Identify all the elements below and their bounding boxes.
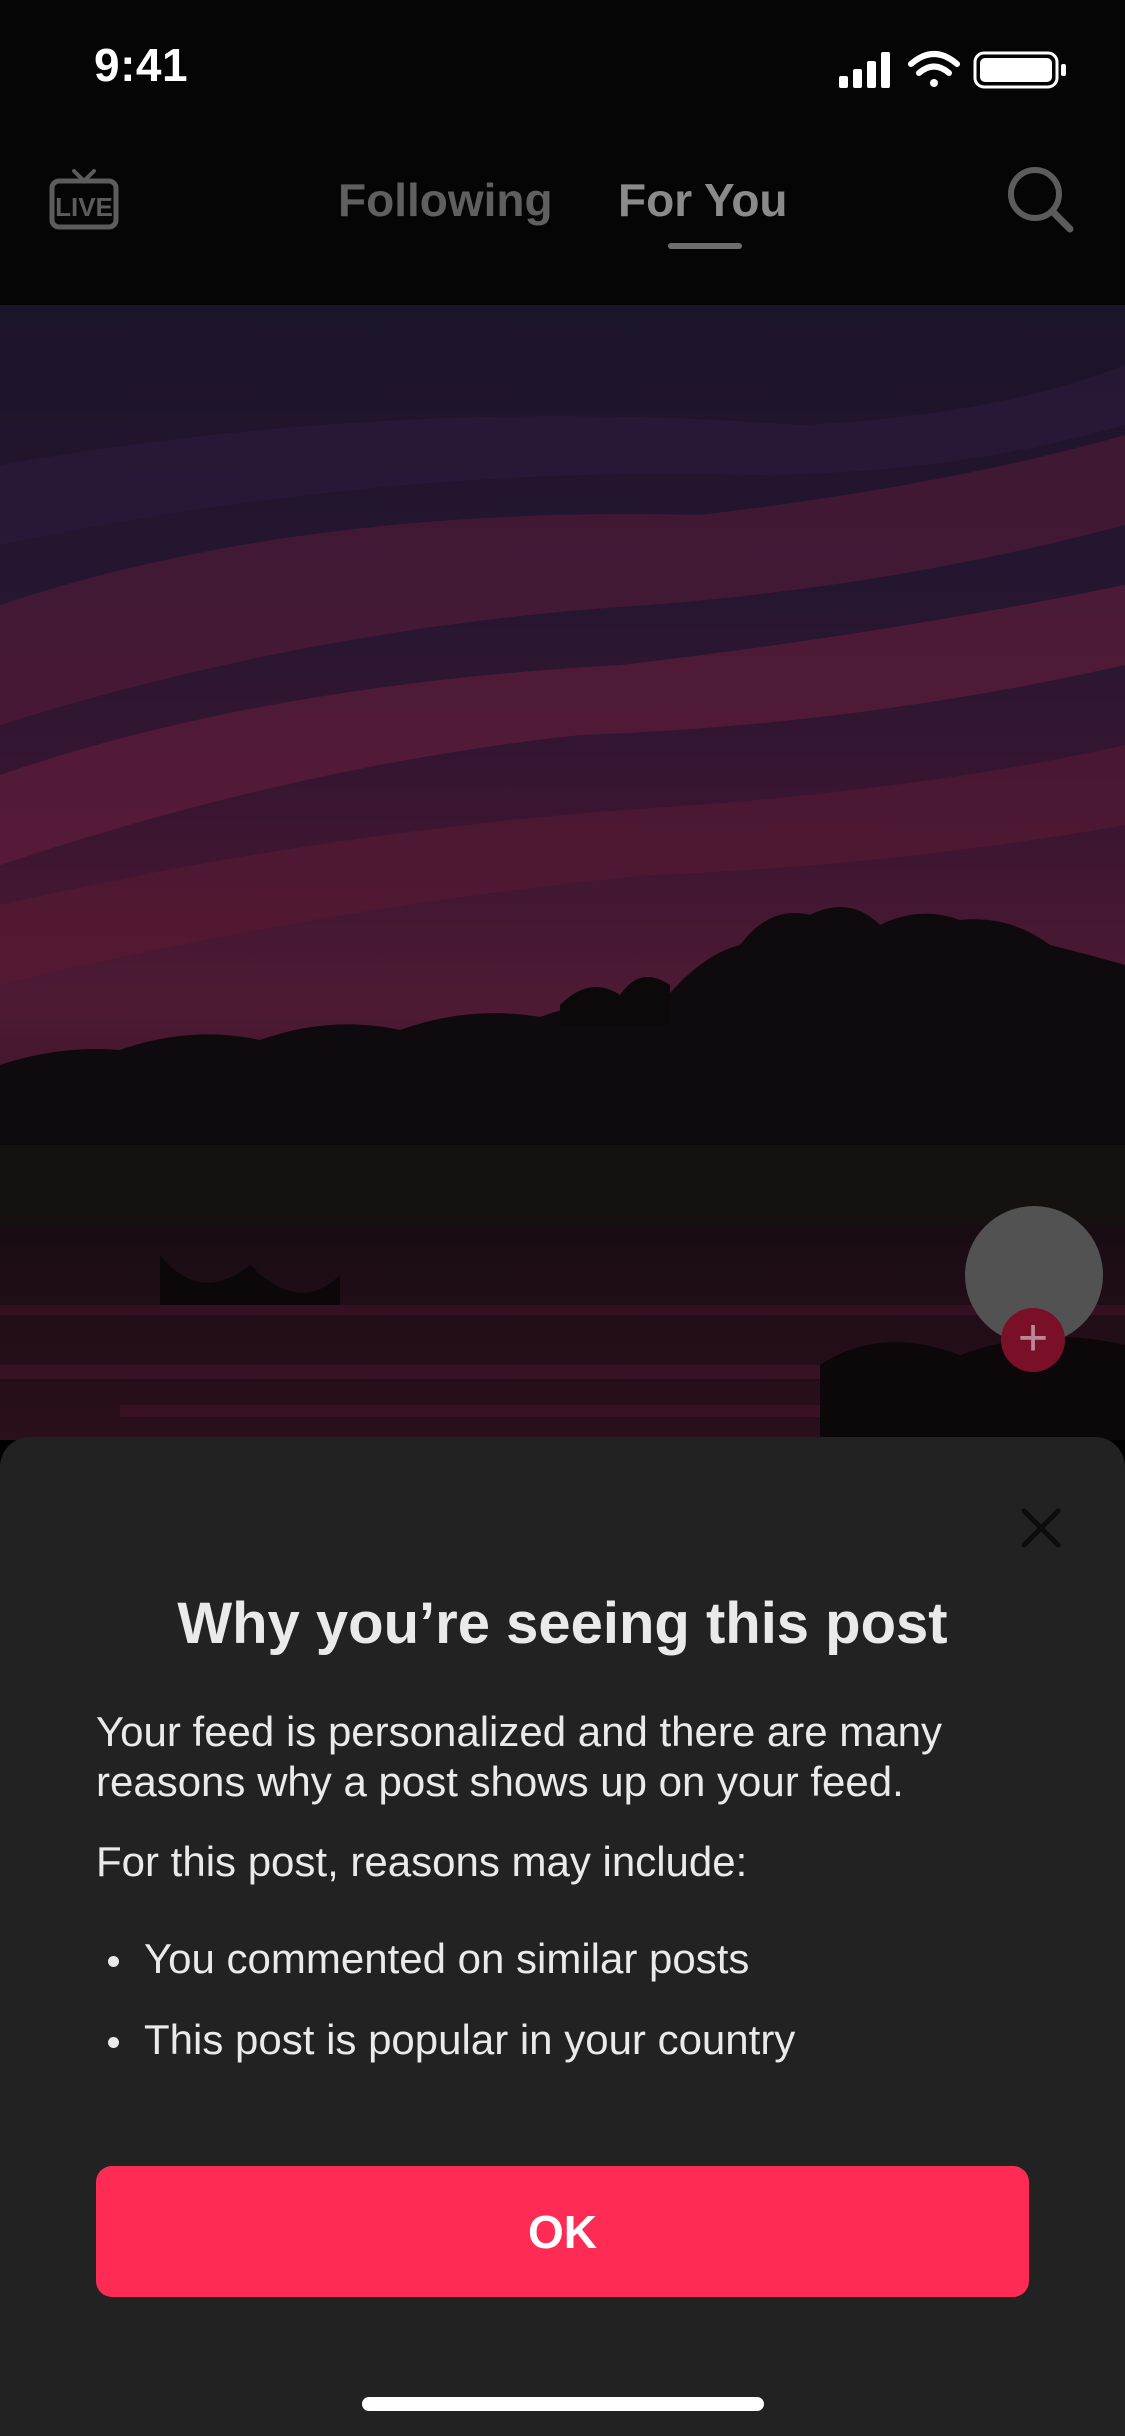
cellular-signal-icon <box>839 52 890 88</box>
close-icon[interactable] <box>1016 1503 1066 1553</box>
ok-button[interactable]: OK <box>96 2166 1029 2297</box>
video-background <box>0 305 1125 1440</box>
bullet <box>108 1956 119 1967</box>
plus-icon[interactable]: + <box>1001 1308 1065 1372</box>
home-indicator <box>362 2397 764 2411</box>
reasons-intro: For this post, reasons may include: <box>96 1838 748 1885</box>
sheet-title: Why you’re seeing this post <box>177 1591 948 1656</box>
status-icons <box>839 51 1066 89</box>
why-seeing-post-sheet: Why you’re seeing this post Your feed is… <box>0 1437 1125 2436</box>
top-nav: LIVE Following For You <box>0 135 1125 305</box>
status-bar: 9:41 <box>0 0 1125 135</box>
bullet <box>108 2037 119 2048</box>
sheet-description: Your feed is personalized and there are … <box>96 1708 942 1805</box>
battery-icon <box>973 51 1066 89</box>
sunset-over-lake-photo <box>0 305 1125 1440</box>
wifi-icon <box>908 51 960 87</box>
list-item: This post is popular in your country <box>96 2015 1056 2096</box>
search-icon[interactable] <box>1004 163 1076 235</box>
live-icon[interactable]: LIVE <box>48 163 120 235</box>
status-time: 9:41 <box>94 39 189 91</box>
tab-for-you[interactable]: For You <box>618 173 788 227</box>
reasons-list: You commented on similar posts This post… <box>96 1934 1056 2096</box>
tab-following[interactable]: Following <box>338 173 553 227</box>
reason-text: This post is popular in your country <box>144 2016 796 2063</box>
screen: 9:41 LIVE Following For You + Why you’re… <box>0 0 1125 2436</box>
svg-text:LIVE: LIVE <box>55 192 113 222</box>
list-item: You commented on similar posts <box>96 1934 1056 2015</box>
reason-text: You commented on similar posts <box>144 1935 750 1982</box>
active-tab-indicator <box>668 243 742 249</box>
